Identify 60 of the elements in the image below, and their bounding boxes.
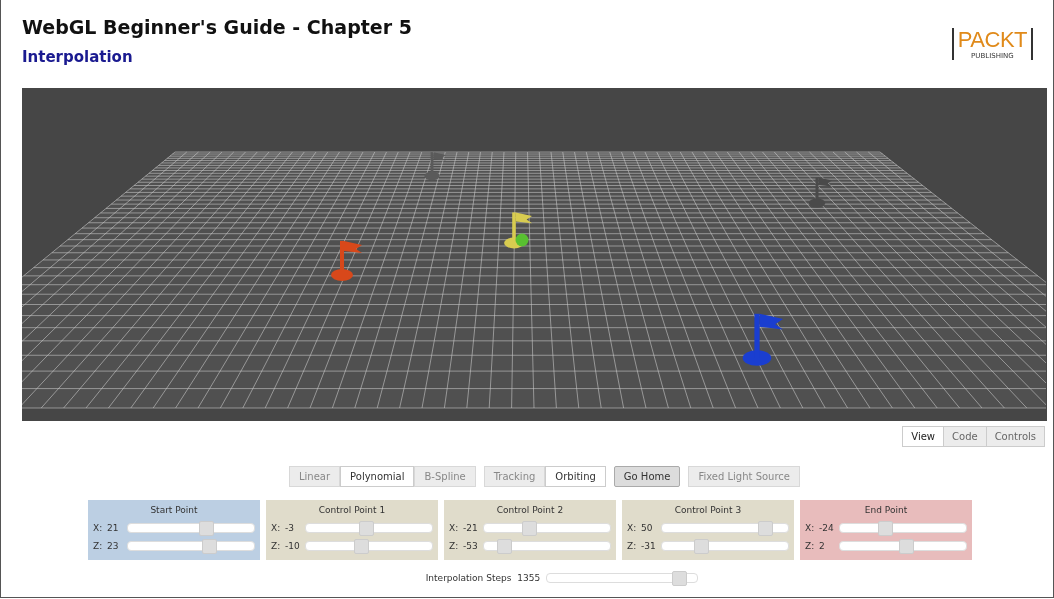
slider-thumb[interactable]: [694, 539, 710, 554]
slider-track[interactable]: [305, 523, 433, 533]
slider-thumb[interactable]: [354, 539, 370, 554]
axis-label: X:: [627, 523, 638, 533]
panel-title: Control Point 3: [673, 505, 743, 515]
action-button[interactable]: Go Home: [613, 466, 681, 487]
panel-title: Control Point 2: [495, 505, 565, 515]
slider-thumb[interactable]: [672, 571, 688, 586]
slider-value: -21: [463, 523, 479, 533]
view-tab[interactable]: Controls: [985, 427, 1044, 446]
axis-label: X:: [271, 523, 282, 533]
slider-track[interactable]: [839, 523, 967, 533]
slider-track[interactable]: [546, 573, 699, 583]
slider-value: 23: [107, 541, 120, 551]
axis-label: Z:: [627, 541, 638, 551]
slider-track[interactable]: [127, 523, 255, 533]
action-button[interactable]: Fixed Light Source: [688, 466, 800, 487]
slider-thumb[interactable]: [497, 539, 513, 554]
slider-thumb[interactable]: [522, 521, 538, 536]
steps-label: Interpolation Steps: [425, 573, 512, 583]
slider-value: 21: [107, 523, 120, 533]
axis-label: X:: [805, 523, 816, 533]
slider-value: -3: [285, 523, 295, 533]
panel-title: End Point: [863, 505, 909, 515]
panel-title: Start Point: [149, 505, 199, 515]
panel-title: Control Point 1: [317, 505, 387, 515]
page-subtitle: Interpolation: [22, 48, 134, 66]
slider-thumb[interactable]: [359, 521, 375, 536]
slider-value: 50: [641, 523, 654, 533]
toggle-button[interactable]: Polynomial: [340, 466, 415, 487]
steps-value: 1355: [517, 573, 541, 583]
slider-value: -53: [463, 541, 479, 551]
axis-label: Z:: [449, 541, 460, 551]
slider-track[interactable]: [483, 541, 611, 551]
axis-label: X:: [449, 523, 460, 533]
slider-thumb[interactable]: [758, 521, 774, 536]
axis-label: Z:: [271, 541, 282, 551]
toggle-button[interactable]: Tracking: [483, 466, 546, 487]
slider-thumb[interactable]: [898, 539, 914, 554]
slider-value: -24: [819, 523, 835, 533]
toggle-button[interactable]: B-Spline: [414, 466, 476, 487]
slider-value: -10: [285, 541, 301, 551]
toggle-button[interactable]: Linear: [289, 466, 341, 487]
slider-track[interactable]: [483, 523, 611, 533]
slider-thumb[interactable]: [201, 539, 217, 554]
slider-track[interactable]: [305, 541, 433, 551]
slider-thumb[interactable]: [878, 521, 894, 536]
slider-track[interactable]: [661, 523, 789, 533]
axis-label: Z:: [805, 541, 816, 551]
view-tab[interactable]: Code: [943, 427, 986, 446]
toggle-button[interactable]: Orbiting: [545, 466, 606, 487]
slider-thumb[interactable]: [199, 521, 215, 536]
slider-track[interactable]: [839, 541, 967, 551]
axis-label: X:: [93, 523, 104, 533]
slider-track[interactable]: [661, 541, 789, 551]
page-title: WebGL Beginner's Guide - Chapter 5: [22, 16, 412, 38]
slider-track[interactable]: [127, 541, 255, 551]
slider-value: -31: [641, 541, 657, 551]
slider-value: 2: [819, 541, 826, 551]
axis-label: Z:: [93, 541, 104, 551]
